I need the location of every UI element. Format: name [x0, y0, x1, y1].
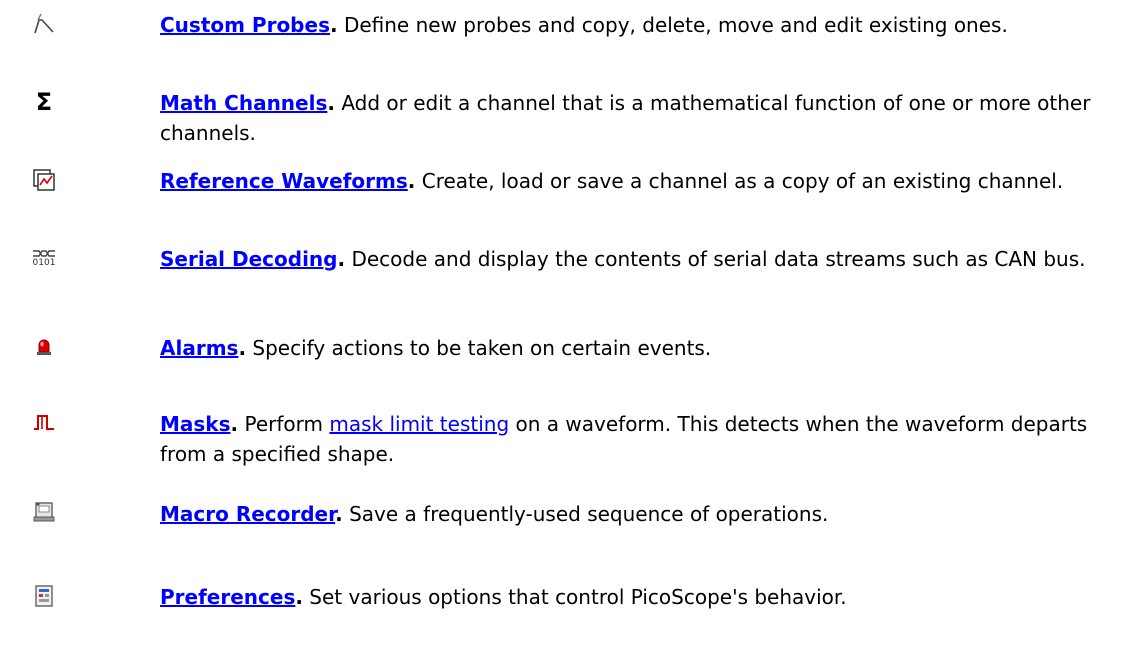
preferences-link[interactable]: Preferences [160, 585, 295, 609]
title-period: . [335, 502, 343, 526]
masks-description: Masks. Perform mask limit testing on a w… [160, 409, 1110, 469]
title-period: . [230, 412, 239, 436]
reference-waveforms-link[interactable]: Reference Waveforms [160, 169, 408, 193]
alarms-description: Alarms. Specify actions to be taken on c… [160, 333, 1110, 363]
alarm-light-icon[interactable] [32, 334, 56, 358]
serial-decoding-description: Serial Decoding. Decode and display the … [160, 244, 1110, 274]
preferences-description: Preferences. Set various options that co… [160, 582, 1110, 612]
description-text: Perform [238, 412, 330, 436]
title-period: . [329, 13, 338, 37]
custom-probes-description: Custom Probes. Define new probes and cop… [160, 10, 1110, 40]
title-period: . [295, 585, 303, 609]
mask-limit-testing-link[interactable]: mask limit testing [329, 412, 509, 436]
binary-label: 0101 [32, 258, 56, 268]
reference-waveforms-description: Reference Waveforms. Create, load or sav… [160, 166, 1110, 196]
title-period: . [238, 336, 247, 360]
macro-recorder-link[interactable]: Macro Recorder [160, 502, 335, 526]
custom-probes-link[interactable]: Custom Probes [160, 13, 330, 37]
custom-probe-icon[interactable] [32, 12, 56, 36]
math-channels-link[interactable]: Math Channels [160, 91, 327, 115]
description-text: Save a frequently-used sequence of opera… [342, 502, 829, 526]
title-period: . [327, 91, 335, 115]
sigma-icon[interactable]: Σ [32, 90, 56, 114]
serial-decoding-link[interactable]: Serial Decoding [160, 247, 338, 271]
preferences-icon[interactable] [32, 584, 56, 608]
macro-recorder-icon[interactable] [32, 500, 56, 524]
macro-recorder-description: Macro Recorder. Save a frequently-used s… [160, 499, 1110, 529]
description-text: Define new probes and copy, delete, move… [337, 13, 1008, 37]
reference-waveform-icon[interactable] [32, 168, 56, 192]
math-channels-description: Math Channels. Add or edit a channel tha… [160, 88, 1110, 148]
serial-decoding-icon[interactable]: 0101 [32, 246, 56, 270]
masks-link[interactable]: Masks [160, 412, 231, 436]
alarms-link[interactable]: Alarms [160, 336, 238, 360]
description-text: Set various options that control PicoSco… [302, 585, 847, 609]
description-text: Specify actions to be taken on certain e… [246, 336, 712, 360]
description-text: Decode and display the contents of seria… [345, 247, 1086, 271]
title-period: . [337, 247, 346, 271]
mask-pulse-icon[interactable] [32, 410, 56, 434]
description-text: Create, load or save a channel as a copy… [415, 169, 1064, 193]
